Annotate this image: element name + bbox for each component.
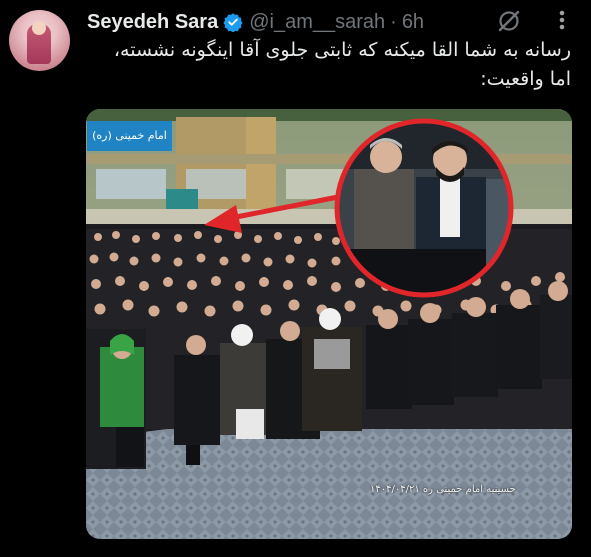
grok-icon[interactable] <box>496 8 522 34</box>
separator-dot: · <box>390 10 397 33</box>
more-options-icon[interactable] <box>548 6 576 34</box>
avatar[interactable] <box>9 10 70 71</box>
tweet-text-line-2: اما واقعیت: <box>480 68 571 90</box>
avatar-head <box>32 21 46 35</box>
tweet-text: رسانه به شما القا میکنه که ثابتی جلوی آق… <box>88 36 571 94</box>
hall-banner: امام خمینی (ره) <box>87 121 172 151</box>
display-name[interactable]: Seyedeh Sara <box>87 11 218 34</box>
tweet-header: Seyedeh Sara @i_am__sarah · 6h <box>87 9 424 35</box>
verified-badge-icon <box>223 12 243 32</box>
photo-caption: حسینیه امام خمینی ره ۱۴۰۴/۰۴/۲۱ <box>370 484 516 495</box>
timestamp[interactable]: 6h <box>402 11 424 34</box>
tweet-text-line-1: رسانه به شما القا میکنه که ثابتی جلوی آق… <box>113 39 571 61</box>
user-handle[interactable]: @i_am__sarah <box>249 11 385 34</box>
tweet-media-image[interactable]: امام خمینی (ره) <box>86 109 572 539</box>
event-photo <box>86 109 572 539</box>
